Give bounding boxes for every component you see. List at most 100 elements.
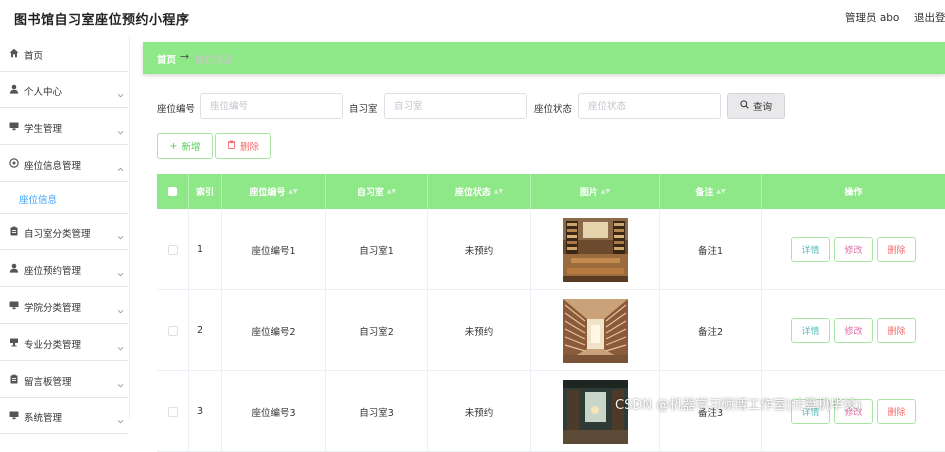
seat-no-label: 座位编号 — [157, 104, 196, 115]
chevron-down-icon — [117, 121, 124, 135]
cell-room: 自习室3 — [326, 371, 428, 452]
query-button[interactable]: 查询 — [727, 93, 785, 119]
cell-image — [531, 209, 660, 290]
row-select[interactable] — [157, 290, 189, 371]
sidebar-item-profile[interactable]: 个人中心 — [0, 72, 128, 108]
sidebar-item-label: 学院分类管理 — [24, 303, 82, 314]
breadcrumb-home[interactable]: 首页 — [157, 52, 176, 66]
add-button[interactable]: + 新增 — [157, 133, 213, 159]
chevron-down-icon — [117, 410, 124, 424]
sidebar-item-major-category[interactable]: 专业分类管理 — [0, 325, 128, 361]
top-bar: 图书馆自习室座位预约小程序 管理员 abo 退出登 — [0, 0, 945, 36]
sidebar-item-label: 留言板管理 — [24, 377, 72, 388]
logout-link[interactable]: 退出登 — [914, 10, 945, 25]
cell-index: 2 — [189, 290, 222, 371]
sidebar-item-label: 自习室分类管理 — [24, 229, 91, 240]
status-label: 座位状态 — [534, 104, 573, 115]
chevron-down-icon — [117, 226, 124, 240]
search-icon — [740, 100, 749, 112]
monitor-icon — [9, 300, 19, 310]
user-icon — [9, 84, 19, 94]
gear-icon — [9, 158, 19, 168]
sidebar-item-label: 座位信息管理 — [24, 161, 82, 172]
sidebar-item-home[interactable]: 首页 — [0, 36, 128, 72]
watermark: CSDN @机器学习硕博工作室(计算机毕设) — [615, 398, 862, 413]
chevron-down-icon — [117, 337, 124, 351]
table-row: 2 座位编号2 自习室2 未预约 备注2 详情 修改 删除 — [157, 290, 945, 371]
row-checkbox[interactable] — [167, 406, 178, 417]
sidebar: 首页 个人中心 学生管理 座位信息管理 座位信息 自习室分类管理 座位预约管理 … — [0, 36, 130, 434]
admin-user[interactable]: 管理员 abo — [845, 10, 899, 25]
query-label: 查询 — [752, 102, 772, 113]
status-input[interactable] — [578, 93, 721, 119]
sidebar-item-message-board[interactable]: 留言板管理 — [0, 362, 128, 398]
batch-delete-button[interactable]: 删除 — [215, 133, 271, 159]
header-note[interactable]: 备注 ▲▼ — [660, 174, 762, 209]
cell-index: 3 — [189, 371, 222, 452]
sort-icon: ▲▼ — [493, 188, 504, 195]
header-image[interactable]: 图片 ▲▼ — [531, 174, 660, 209]
sidebar-item-label: 个人中心 — [24, 87, 63, 98]
clipboard-icon — [9, 226, 19, 236]
library-reading-room-image[interactable] — [562, 217, 628, 282]
header-select-all[interactable] — [157, 174, 189, 209]
table-row: 1 座位编号1 自习室1 未预约 备注1 详情 修改 删除 — [157, 209, 945, 290]
sidebar-item-seat-booking[interactable]: 座位预约管理 — [0, 251, 128, 287]
header-index: 索引 — [189, 174, 222, 209]
delete-button[interactable]: 删除 — [877, 237, 916, 262]
column-label: 索引 — [195, 188, 214, 198]
edit-button[interactable]: 修改 — [834, 237, 873, 262]
row-select[interactable] — [157, 209, 189, 290]
sidebar-item-college-category[interactable]: 学院分类管理 — [0, 288, 128, 324]
row-checkbox[interactable] — [167, 325, 178, 336]
select-all-checkbox[interactable] — [168, 187, 177, 196]
delete-button[interactable]: 删除 — [877, 318, 916, 343]
column-label: 备注 — [695, 188, 714, 198]
cell-image — [531, 290, 660, 371]
header-room[interactable]: 自习室 ▲▼ — [326, 174, 428, 209]
sidebar-subitem-seat-info[interactable]: 座位信息 — [0, 182, 128, 214]
cell-seat-no: 座位编号1 — [222, 209, 326, 290]
sort-icon: ▲▼ — [716, 188, 726, 195]
cell-status: 未预约 — [428, 209, 531, 290]
delete-label: 删除 — [239, 142, 259, 153]
room-input[interactable] — [384, 93, 527, 119]
home-icon — [9, 48, 19, 58]
room-label: 自习室 — [349, 104, 378, 115]
column-label: 座位编号 — [249, 188, 286, 198]
library-atrium-image[interactable] — [562, 298, 628, 363]
detail-button[interactable]: 详情 — [791, 318, 830, 343]
clipboard-icon — [9, 374, 19, 384]
monitor-icon — [9, 121, 19, 131]
cell-index: 1 — [189, 209, 222, 290]
chevron-up-icon — [117, 158, 124, 172]
delete-button[interactable]: 删除 — [877, 399, 916, 424]
column-label: 自习室 — [356, 188, 384, 198]
sidebar-item-seat-info-mgmt[interactable]: 座位信息管理 — [0, 146, 128, 182]
row-select[interactable] — [157, 371, 189, 452]
sidebar-item-system[interactable]: 系统管理 — [0, 398, 128, 434]
cell-room: 自习室1 — [326, 209, 428, 290]
cell-actions: 详情 修改 删除 — [762, 209, 945, 290]
user-icon — [9, 263, 19, 273]
add-label: 新增 — [181, 142, 201, 153]
header-seat-no[interactable]: 座位编号 ▲▼ — [222, 174, 326, 209]
header-status[interactable]: 座位状态 ▲▼ — [428, 174, 531, 209]
cell-seat-no: 座位编号3 — [222, 371, 326, 452]
seat-no-input[interactable] — [200, 93, 343, 119]
sidebar-item-label: 学生管理 — [24, 124, 63, 135]
sidebar-item-label: 首页 — [24, 51, 44, 62]
column-label: 座位状态 — [454, 188, 491, 198]
sidebar-item-room-category[interactable]: 自习室分类管理 — [0, 214, 128, 250]
table-header: 索引 座位编号 ▲▼ 自习室 ▲▼ 座位状态 ▲▼ 图片 ▲▼ 备注 ▲▼ 操作 — [157, 174, 945, 209]
row-checkbox[interactable] — [167, 244, 178, 255]
sidebar-subitem-label: 座位信息 — [19, 195, 58, 206]
chevron-down-icon — [117, 374, 124, 388]
sidebar-item-students[interactable]: 学生管理 — [0, 109, 128, 145]
edit-button[interactable]: 修改 — [834, 318, 873, 343]
detail-button[interactable]: 详情 — [791, 237, 830, 262]
app-title: 图书馆自习室座位预约小程序 — [14, 13, 190, 28]
column-label: 图片 — [579, 188, 598, 198]
chevron-down-icon — [117, 263, 124, 277]
trash-icon — [227, 140, 236, 152]
